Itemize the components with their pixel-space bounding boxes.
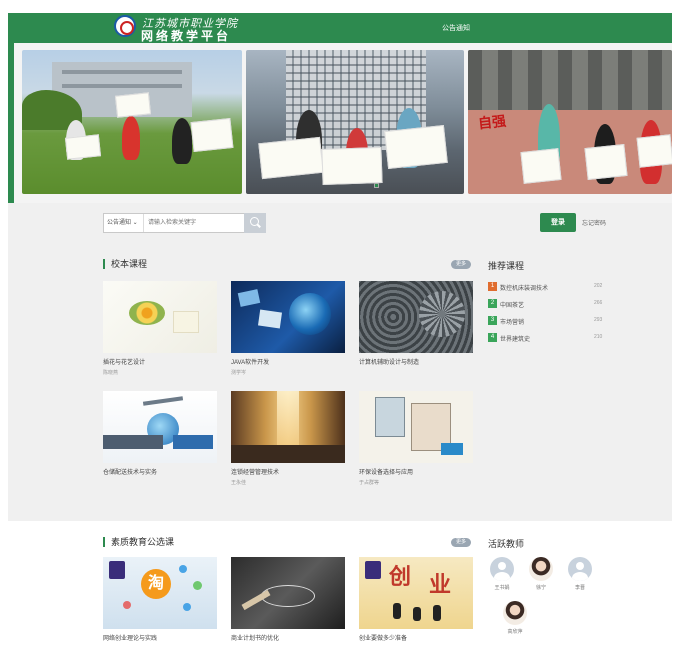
- teacher-name: 高欣萍: [507, 629, 523, 635]
- banner-photo-lawn: [22, 50, 242, 194]
- avatar: [529, 557, 553, 581]
- teacher-name: 李晋: [574, 585, 585, 591]
- rank-badge: 2: [488, 299, 497, 308]
- course-name: 计算机辅助设计与制造: [359, 360, 420, 366]
- active-teachers-title: 活跃教师: [488, 539, 525, 549]
- forgot-password-link[interactable]: 忘记密码: [582, 218, 606, 227]
- avatar: [490, 557, 514, 581]
- search-bar: 公告通知 ⌄: [103, 213, 266, 233]
- course-card[interactable]: 插花与花艺设计 陈晓燕: [103, 281, 217, 376]
- school-logo-icon[interactable]: [114, 15, 136, 37]
- course-name: 环保设备选择与应用: [359, 470, 414, 476]
- course-card[interactable]: 连锁经营管理技术 王永佳: [231, 391, 345, 486]
- teacher-item[interactable]: 徐宁: [524, 557, 558, 591]
- banner-photo-building: [246, 50, 464, 194]
- course-card[interactable]: 商业计划书的优化: [231, 557, 345, 642]
- avatar: [503, 601, 527, 625]
- teacher-name: 王书娟: [494, 585, 510, 591]
- avatar: [568, 557, 592, 581]
- course-teacher: 陈晓燕: [103, 370, 119, 376]
- recommended-count: 266: [594, 300, 603, 306]
- recommended-name: 数控机床装调技术: [500, 286, 549, 292]
- notice-link[interactable]: 公告通知: [442, 23, 470, 33]
- course-card[interactable]: 创 业 创业要做多少准备: [359, 557, 473, 642]
- teacher-item[interactable]: 高欣萍: [498, 601, 532, 635]
- quality-courses-more-button[interactable]: 更多: [451, 538, 471, 547]
- course-thumbnail: [359, 281, 473, 353]
- recommended-item[interactable]: 2 中国茶艺 266: [488, 298, 608, 310]
- teacher-name: 徐宁: [535, 585, 546, 591]
- recommended-item[interactable]: 4 世界建筑史 210: [488, 332, 608, 344]
- platform-title: 网络教学平台: [141, 29, 232, 43]
- course-name: 仓储配送技术与实务: [103, 470, 158, 476]
- course-thumbnail: [103, 281, 217, 353]
- recommended-name: 中国茶艺: [500, 303, 525, 309]
- course-thumbnail: [231, 557, 345, 629]
- rank-badge: 4: [488, 333, 497, 342]
- course-card[interactable]: 仓储配送技术与实务: [103, 391, 217, 479]
- recommended-count: 202: [594, 283, 603, 289]
- search-input[interactable]: [146, 214, 244, 232]
- rank-badge: 1: [488, 282, 497, 291]
- course-name: 网络创业理论与实践: [103, 636, 158, 642]
- teacher-item[interactable]: 李晋: [563, 557, 597, 591]
- recommended-item[interactable]: 1 数控机床装调技术 202: [488, 281, 608, 293]
- course-thumbnail: [231, 281, 345, 353]
- course-name: 插花与花艺设计: [103, 360, 146, 366]
- course-thumbnail: 创 业: [359, 557, 473, 629]
- course-teacher: 测学岑: [231, 370, 247, 376]
- rank-badge: 3: [488, 316, 497, 325]
- top-header: 江苏城市职业学院 网络教学平台 公告通知: [8, 13, 672, 43]
- banner-photo-red-wall: 自强: [468, 50, 672, 194]
- recommended-count: 210: [594, 334, 603, 340]
- search-category-select[interactable]: 公告通知 ⌄: [104, 214, 144, 232]
- school-courses-title: 校本课程: [103, 259, 147, 269]
- course-card[interactable]: 计算机辅助设计与制造: [359, 281, 473, 369]
- course-name: 商业计划书的优化: [231, 636, 280, 642]
- search-button[interactable]: [244, 213, 266, 233]
- course-name: JAVA软件开发: [231, 360, 270, 366]
- course-thumbnail: [231, 391, 345, 463]
- recommended-name: 市场营销: [500, 320, 525, 326]
- course-name: 创业要做多少准备: [359, 636, 408, 642]
- course-card[interactable]: JAVA软件开发 测学岑: [231, 281, 345, 376]
- recommended-count: 293: [594, 317, 603, 323]
- recommended-name: 世界建筑史: [500, 337, 531, 343]
- login-button[interactable]: 登录: [540, 213, 576, 232]
- banner-pager-dot[interactable]: [374, 183, 379, 188]
- recommended-title: 推荐课程: [488, 261, 525, 271]
- recommended-item[interactable]: 3 市场营销 293: [488, 315, 608, 327]
- course-thumbnail: 淘: [103, 557, 217, 629]
- school-courses-more-button[interactable]: 更多: [451, 260, 471, 269]
- course-name: 连锁经营管理技术: [231, 470, 280, 476]
- course-teacher: 于占群等: [359, 480, 380, 486]
- quality-courses-title: 素质教育公选课: [103, 537, 174, 547]
- banner-pager: [374, 183, 382, 190]
- course-teacher: 王永佳: [231, 480, 247, 486]
- teacher-item[interactable]: 王书娟: [485, 557, 519, 591]
- course-card[interactable]: 淘 网络创业理论与实践: [103, 557, 217, 642]
- course-thumbnail: [103, 391, 217, 463]
- course-thumbnail: [359, 391, 473, 463]
- course-card[interactable]: 环保设备选择与应用 于占群等: [359, 391, 473, 486]
